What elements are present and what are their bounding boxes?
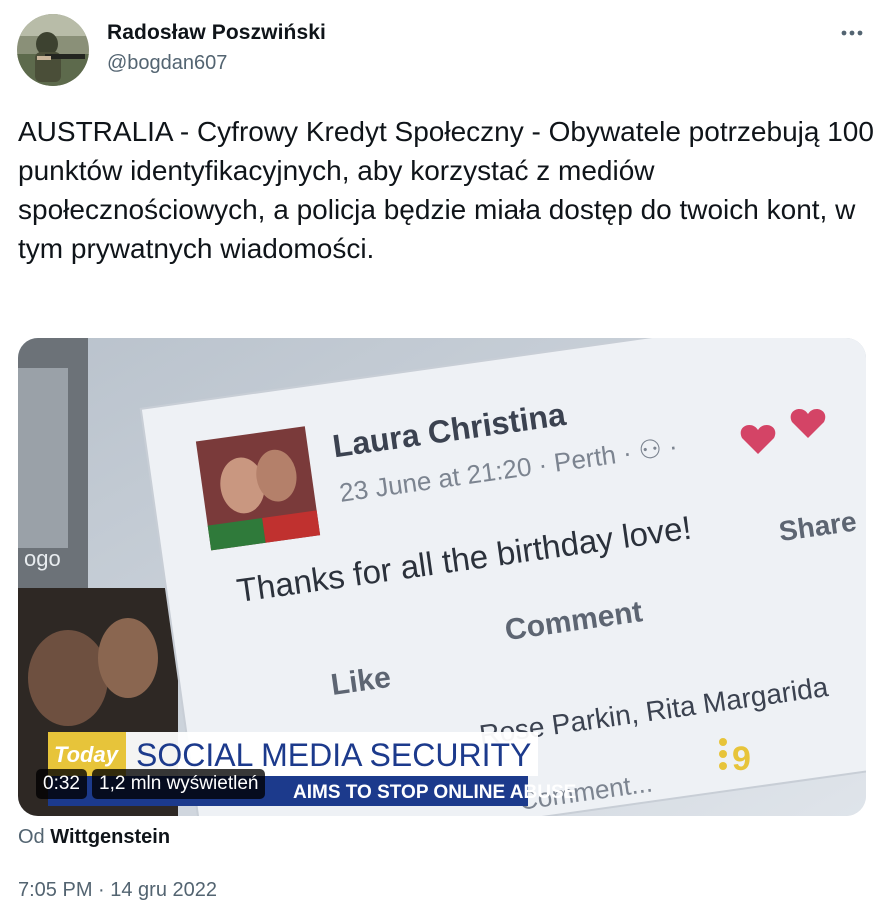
attribution-prefix: Od <box>18 826 45 848</box>
avatar[interactable] <box>17 14 89 86</box>
tweet-timestamp[interactable]: 7:05 PM · 14 gru 2022 <box>18 879 217 902</box>
news-headline: SOCIAL MEDIA SECURITY <box>136 737 531 773</box>
more-options-button[interactable] <box>830 20 874 46</box>
video-view-count: 1,2 mln wyświetleń <box>92 769 266 799</box>
video-duration: 0:32 <box>36 769 87 799</box>
svg-text:9: 9 <box>732 740 751 778</box>
author-handle[interactable]: @bogdan607 <box>107 52 227 75</box>
news-brand: Today <box>54 742 120 767</box>
attribution-source-link[interactable]: Wittgenstein <box>50 826 170 848</box>
video-thumbnail: ogo Laura Christina 23 June at 21:20 · P… <box>18 338 866 816</box>
media-attribution: Od Wittgenstein <box>18 826 170 849</box>
avatar-image <box>17 14 89 86</box>
author-name[interactable]: Radosław Poszwiński <box>107 21 326 45</box>
left-photo-label: ogo <box>24 546 61 571</box>
more-icon <box>841 30 863 36</box>
news-ticker: AIMS TO STOP ONLINE ABUSE <box>293 782 576 803</box>
video-player[interactable]: ogo Laura Christina 23 June at 21:20 · P… <box>18 338 866 816</box>
tweet-text: AUSTRALIA - Cyfrowy Kredyt Społeczny - O… <box>18 116 874 264</box>
tweet: Radosław Poszwiński @bogdan607 AUSTRALIA… <box>0 0 890 916</box>
